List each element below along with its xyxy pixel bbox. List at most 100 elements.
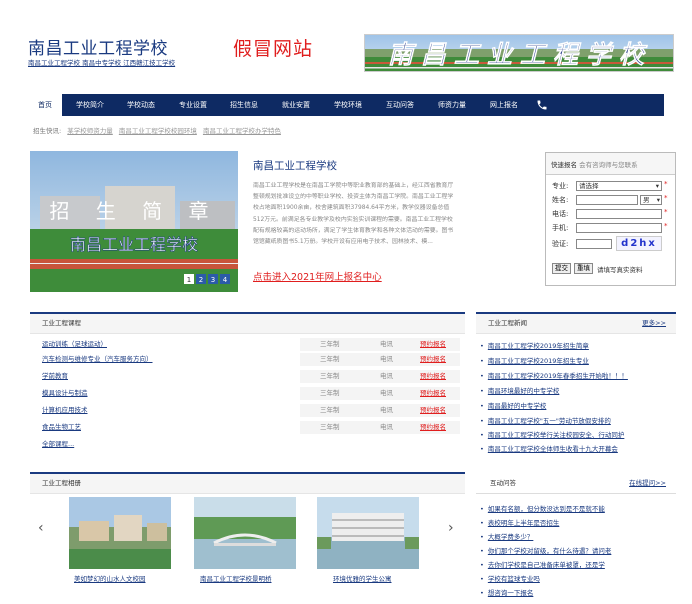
course-years: 三年制 [320, 355, 340, 363]
album-thumb[interactable] [194, 497, 296, 569]
list-item[interactable]: 南昌环境最好的中专学校 [480, 385, 560, 395]
phone-icon[interactable] [532, 94, 552, 116]
course-years: 三年制 [320, 372, 340, 380]
quick-news-link[interactable]: 某学校师资力量 [67, 127, 113, 135]
course-name[interactable]: 运动训练（足球运动） [42, 337, 107, 352]
qa-list: 如果有名额，但分数没达到是不是就不能 表校明年上半年是否招生 大概学费多少？ 你… [480, 503, 680, 603]
list-item[interactable]: 学校有篮球专业吗 [480, 573, 540, 583]
nav-item-campus[interactable]: 学校环境 [325, 94, 371, 116]
album-prev-arrow[interactable]: ‹ [38, 520, 44, 536]
list-item[interactable]: 大概学费多少？ [480, 531, 534, 541]
list-item[interactable]: 南昌工业工程学校"五一"劳动节放假安排的 [480, 415, 611, 425]
list-item[interactable]: 南昌工业工程学校2019年春季招生开始啦！！！ [480, 370, 628, 380]
course-type: 电讯 [380, 389, 393, 397]
admission-photo-image: 招 生 简 章 南昌工业工程学校 1 2 3 4 [30, 151, 238, 292]
name-label: 姓名: [552, 196, 569, 204]
phone-input[interactable] [576, 209, 662, 219]
quick-news-link[interactable]: 南昌工业工程学校办学特色 [203, 127, 281, 135]
photo-caption-top: 招 生 简 章 [49, 199, 218, 223]
banner-text: 南昌工业工程学校 [388, 40, 652, 69]
book-signup-link[interactable]: 预约报名 [420, 352, 446, 367]
news-more-link[interactable]: 更多>> [642, 314, 666, 333]
table-row: 计算机应用技术 三年制 电讯 预约报名 [30, 403, 465, 418]
news-list: 南昌工业工程学校2019年招生简章 南昌工业工程学校2019年招生专业 南昌工业… [480, 340, 680, 460]
course-panel: 工业工程课程 运动训练（足球运动） 三年制 电讯 预约报名 汽车检测与维修专业（汽车服… [30, 312, 465, 462]
captcha-label: 验证: [552, 240, 569, 248]
table-row: 运动训练（足球运动） 三年制 电讯 预约报名 [30, 337, 465, 352]
nav-item-apply[interactable]: 网上报名 [481, 94, 527, 116]
list-item[interactable]: 你们那个学校对留级，有什么待遇？请问老 [480, 545, 612, 555]
gender-select[interactable]: 男 ▾ [640, 195, 662, 205]
nav-item-majors[interactable]: 专业设置 [170, 94, 216, 116]
course-years: 三年制 [320, 423, 340, 431]
course-name[interactable]: 计算机应用技术 [42, 403, 88, 418]
book-signup-link[interactable]: 预约报名 [420, 386, 446, 401]
album-next-arrow[interactable]: › [448, 520, 454, 536]
captcha-image[interactable]: d2hx [616, 236, 662, 251]
reset-button[interactable]: 重填 [574, 263, 593, 274]
required-star: * [664, 222, 668, 230]
news-panel-header: 工业工程新闻 更多>> [476, 312, 676, 334]
book-signup-link[interactable]: 预约报名 [420, 369, 446, 384]
nav-item-home[interactable]: 首页 [28, 94, 62, 116]
name-input[interactable] [576, 195, 638, 205]
fake-site-label: 假冒网站 [233, 38, 314, 60]
quick-news-link[interactable]: 南昌工业工程学校校园环境 [119, 127, 197, 135]
course-years: 三年制 [320, 389, 340, 397]
list-item[interactable]: 如果有名额，但分数没达到是不是就不能 [480, 503, 605, 513]
list-item[interactable]: 去你们学校是自己准备床单被罩，还是学 [480, 559, 605, 569]
course-type: 电讯 [380, 406, 393, 414]
major-select[interactable]: 请选择 ▾ [576, 181, 662, 191]
school-subtitle-link[interactable]: 南昌工业工程学校 南昌中专学校 江西赣江技工学校 [28, 57, 175, 67]
mobile-input[interactable] [576, 223, 662, 233]
course-years: 三年制 [320, 406, 340, 414]
quick-signup-form: 快速报名 会有咨询师与您联系 专业: 请选择 ▾ * 姓名: 男 ▾ * 电话: *… [545, 152, 676, 286]
list-item[interactable]: 南昌最好的中专学校 [480, 400, 547, 410]
table-row: 食品生物工艺 三年制 电讯 预约报名 [30, 420, 465, 435]
all-courses-link[interactable]: 全部课程... [42, 437, 74, 452]
admission-photo[interactable]: 招 生 简 章 南昌工业工程学校 1 2 3 4 [30, 151, 238, 292]
course-name[interactable]: 学前教育 [42, 369, 68, 384]
captcha-input[interactable] [576, 239, 612, 249]
list-item[interactable]: 南昌工业工程学校举行关注校园安全、行动同护 [480, 429, 625, 439]
course-name[interactable]: 食品生物工艺 [42, 420, 81, 435]
course-name[interactable]: 模具设计与制造 [42, 386, 88, 401]
list-item[interactable]: 表校明年上半年是否招生 [480, 517, 560, 527]
qa-ask-link[interactable]: 在线提问>> [629, 472, 666, 494]
photo-caption-bottom: 南昌工业工程学校 [70, 235, 198, 254]
intro-title: 南昌工业工程学校 [253, 160, 337, 172]
course-years: 三年制 [320, 340, 340, 348]
major-label: 专业: [552, 182, 569, 190]
list-item[interactable]: 南昌工业工程学校2019年招生简章 [480, 340, 589, 350]
album-caption[interactable]: 美如梦幻的山水人文校园 [74, 573, 146, 583]
table-row: 学前教育 三年制 电讯 预约报名 [30, 369, 465, 384]
nav-item-news[interactable]: 学校动态 [118, 94, 164, 116]
album-caption[interactable]: 环境优雅的学生公寓 [333, 573, 392, 583]
album-thumb[interactable] [317, 497, 419, 569]
nav-item-admissions[interactable]: 招生信息 [221, 94, 267, 116]
course-type: 电讯 [380, 355, 393, 363]
list-item[interactable]: 南昌工业工程学校全体师生收看十九大开幕会 [480, 443, 618, 453]
quick-news-label: 招生快讯: [33, 127, 62, 135]
list-item[interactable]: 想咨询一下报名 [480, 587, 534, 597]
list-item[interactable]: 南昌工业工程学校2019年招生专业 [480, 355, 589, 365]
mobile-label: 手机: [552, 224, 569, 232]
book-signup-link[interactable]: 预约报名 [420, 337, 446, 352]
required-star: * [664, 180, 668, 188]
nav-item-qa[interactable]: 互动问答 [377, 94, 423, 116]
album-caption[interactable]: 南昌工业工程学校景明桥 [200, 573, 272, 583]
nav-item-about[interactable]: 学校简介 [67, 94, 113, 116]
nav-item-employment[interactable]: 就业安置 [273, 94, 319, 116]
phone-label: 电话: [552, 210, 569, 218]
course-name[interactable]: 汽车检测与维修专业（汽车服务方向） [42, 352, 153, 367]
submit-button[interactable]: 提交 [552, 263, 571, 274]
book-signup-link[interactable]: 预约报名 [420, 420, 446, 435]
course-type: 电讯 [380, 372, 393, 380]
album-thumb[interactable] [69, 497, 171, 569]
quick-news-bar: 招生快讯: 某学校师资力量 南昌工业工程学校校园环境 南昌工业工程学校办学特色 [33, 125, 281, 135]
school-title: 南昌工业工程学校 [28, 39, 168, 59]
book-signup-link[interactable]: 预约报名 [420, 403, 446, 418]
required-star: * [664, 208, 668, 216]
nav-item-faculty[interactable]: 师资力量 [429, 94, 475, 116]
online-signup-link[interactable]: 点击进入2021年网上报名中心 [253, 269, 382, 283]
